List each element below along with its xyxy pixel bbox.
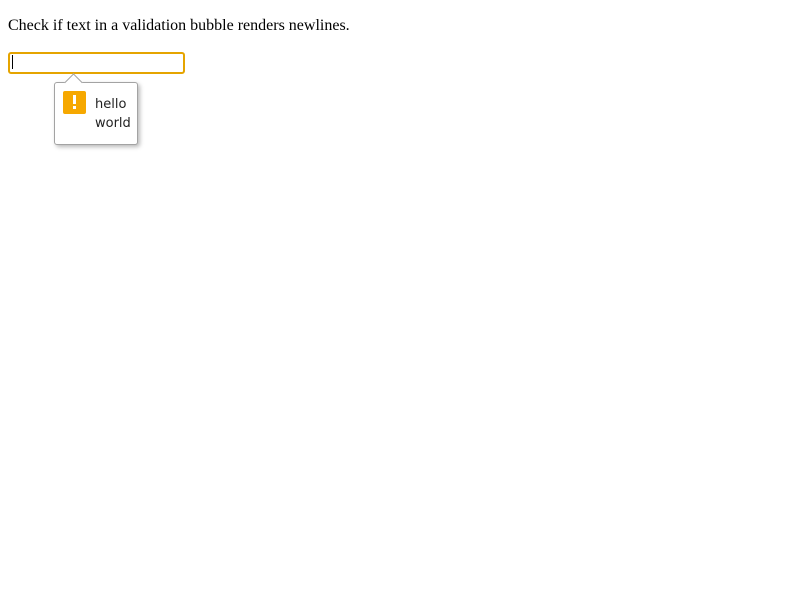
text-input[interactable]	[8, 52, 185, 74]
validation-message-line: world	[95, 116, 131, 131]
page: Check if text in a validation bubble ren…	[0, 0, 800, 600]
validation-bubble: hello world	[54, 73, 138, 145]
validation-message-line: hello	[95, 97, 127, 112]
intro-text: Check if text in a validation bubble ren…	[8, 17, 350, 34]
warning-icon	[63, 91, 86, 114]
validation-message: hello world	[95, 95, 131, 133]
bubble-pointer	[64, 73, 83, 92]
text-cursor	[12, 55, 13, 69]
